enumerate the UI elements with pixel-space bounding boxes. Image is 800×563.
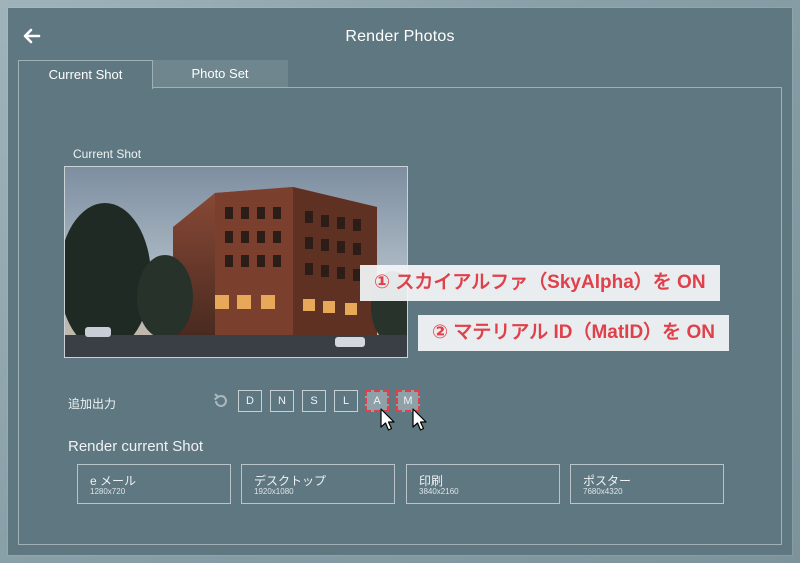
current-shot-thumbnail — [64, 166, 408, 358]
callout-matid: ② マテリアル ID（MatID）を ON — [418, 315, 729, 351]
preset-resolution: 7680x4320 — [583, 487, 623, 496]
tab-current-shot[interactable]: Current Shot — [18, 60, 153, 89]
toggle-s[interactable]: S — [302, 390, 326, 412]
mouse-pointer-icon — [380, 408, 395, 431]
preset-resolution: 1920x1080 — [254, 487, 294, 496]
building-photo — [65, 167, 407, 357]
toggle-d[interactable]: D — [238, 390, 262, 412]
preset-resolution: 1280x720 — [90, 487, 126, 496]
toggle-l[interactable]: L — [334, 390, 358, 412]
undo-icon — [213, 393, 227, 407]
preset-resolution: 3840x2160 — [419, 487, 459, 496]
reset-outputs-button[interactable] — [212, 392, 230, 410]
render-print-button[interactable]: 印刷 3840x2160 — [406, 464, 560, 504]
callout-skyalpha: ① スカイアルファ（SkyAlpha）を ON — [360, 265, 720, 301]
render-poster-button[interactable]: ポスター 7680x4320 — [570, 464, 724, 504]
render-current-shot-heading: Render current Shot — [68, 438, 204, 455]
current-shot-label: Current Shot — [73, 147, 142, 161]
toggle-n[interactable]: N — [270, 390, 294, 412]
render-desktop-button[interactable]: デスクトップ 1920x1080 — [241, 464, 395, 504]
title-bar: Render Photos — [8, 8, 792, 60]
tab-bar: Current Shot Photo Set — [18, 60, 782, 89]
mouse-pointer-icon — [412, 408, 427, 431]
window-title: Render Photos — [345, 28, 455, 45]
additional-output-label: 追加出力 — [68, 397, 117, 411]
tab-photo-set[interactable]: Photo Set — [152, 60, 288, 88]
render-email-button[interactable]: e メール 1280x720 — [77, 464, 231, 504]
